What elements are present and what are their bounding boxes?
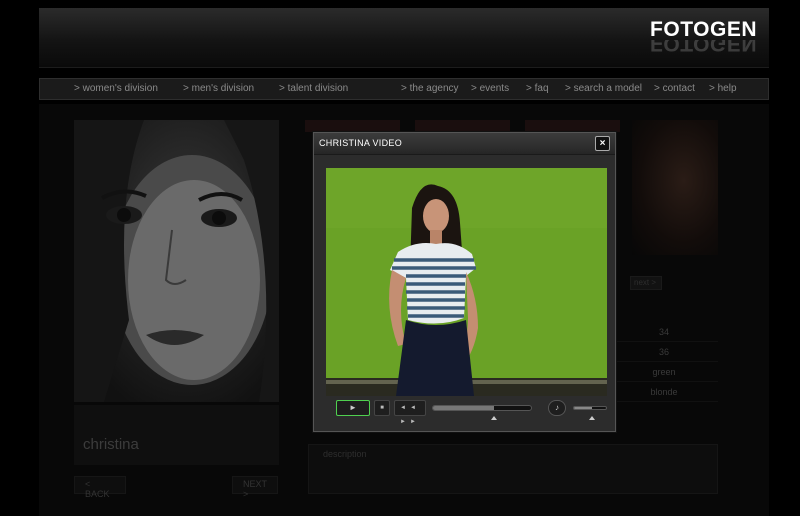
- seek-buttons[interactable]: ◄◄ ►►: [394, 400, 426, 425]
- nav-womens-division[interactable]: > women's division: [74, 83, 158, 94]
- fotogen-logo[interactable]: FOTOGEN: [650, 18, 757, 42]
- next-button[interactable]: NEXT >: [232, 476, 278, 499]
- modal-titlebar[interactable]: CHRISTINA VIDEO ×: [314, 133, 615, 155]
- nav-mens-division[interactable]: > men's division: [183, 83, 254, 94]
- model-name: christina: [83, 436, 139, 453]
- video-frame[interactable]: [326, 168, 607, 396]
- site-header: FOTOGEN FOTOGEN: [39, 8, 769, 68]
- stop-button[interactable]: ■: [374, 400, 390, 416]
- close-button[interactable]: ×: [595, 136, 610, 151]
- progress-handle[interactable]: [491, 416, 497, 420]
- main-nav: > women's division > men's division > ta…: [39, 78, 769, 100]
- thumbnail-3[interactable]: [525, 120, 620, 132]
- back-button[interactable]: < BACK: [74, 476, 126, 499]
- thumbnail-1[interactable]: [305, 120, 400, 132]
- nav-the-agency[interactable]: > the agency: [401, 83, 459, 94]
- nav-events[interactable]: > events: [471, 83, 509, 94]
- model-portrait-photo: [74, 120, 279, 402]
- stat-value: blonde: [610, 382, 718, 402]
- stat-value: green: [610, 362, 718, 382]
- thumbnail-2[interactable]: [415, 120, 510, 132]
- nav-help[interactable]: > help: [709, 83, 737, 94]
- nav-talent-division[interactable]: > talent division: [279, 83, 348, 94]
- model-stats: 34 36 green blonde: [610, 322, 718, 402]
- logo-reflection: FOTOGEN: [650, 40, 757, 54]
- nav-search-a-model[interactable]: > search a model: [565, 83, 642, 94]
- stat-value: 34: [610, 322, 718, 342]
- volume-icon[interactable]: ♪: [548, 400, 566, 416]
- description-label: description: [323, 449, 367, 459]
- model-name-bar: [74, 405, 279, 465]
- side-model-photo[interactable]: [632, 120, 718, 255]
- nav-faq[interactable]: > faq: [526, 83, 549, 94]
- nav-contact[interactable]: > contact: [654, 83, 695, 94]
- volume-handle[interactable]: [588, 416, 595, 420]
- volume-fill: [574, 407, 592, 409]
- progress-bar[interactable]: [432, 405, 532, 411]
- player-controls: ► ■ ◄◄ ►► ♪: [326, 398, 607, 425]
- side-next-button[interactable]: next >: [630, 276, 662, 290]
- volume-slider[interactable]: [573, 406, 607, 410]
- description-panel: description: [308, 444, 718, 494]
- modal-title: CHRISTINA VIDEO: [319, 138, 403, 148]
- video-modal: CHRISTINA VIDEO × ► ■ ◄◄ ►► ♪: [313, 132, 616, 432]
- stat-value: 36: [610, 342, 718, 362]
- progress-fill: [433, 406, 494, 410]
- play-button[interactable]: ►: [336, 400, 370, 416]
